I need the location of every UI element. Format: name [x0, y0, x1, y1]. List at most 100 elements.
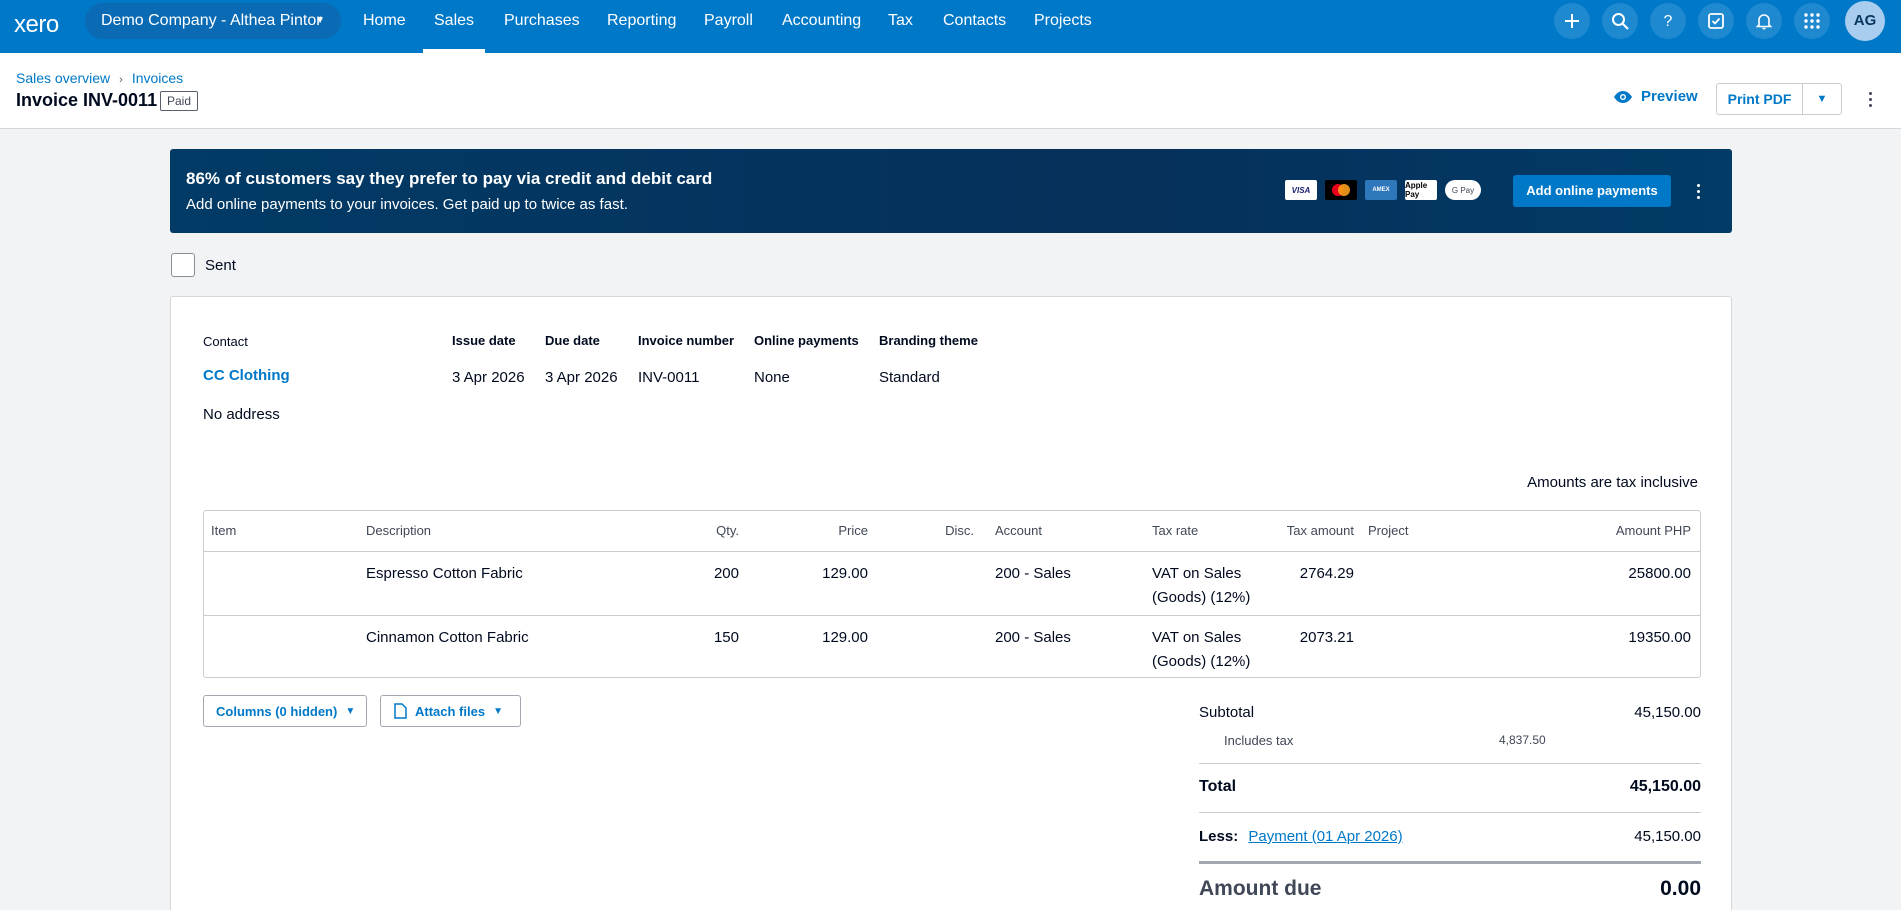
page-title: Invoice INV-0011	[16, 90, 158, 110]
column-header-amount: Amount PHP	[1615, 523, 1691, 538]
breadcrumb-sales-overview[interactable]: Sales overview	[16, 70, 110, 86]
search-icon[interactable]	[1602, 3, 1638, 39]
nav-contacts[interactable]: Contacts	[943, 0, 1006, 53]
row-amount: 25800.00	[1628, 565, 1691, 582]
column-header-item: Item	[211, 523, 237, 538]
breadcrumb-invoices[interactable]: Invoices	[132, 70, 183, 86]
column-header-qty: Qty.	[716, 523, 739, 538]
row-price: 129.00	[822, 629, 868, 646]
sent-checkbox-row: Sent	[171, 253, 236, 277]
bell-icon[interactable]	[1746, 3, 1782, 39]
chevron-down-icon: ▼	[345, 705, 356, 717]
nav-reporting[interactable]: Reporting	[607, 0, 676, 53]
nav-accounting[interactable]: Accounting	[782, 0, 861, 53]
online-payments-value: None	[754, 369, 790, 386]
due-date-value: 3 Apr 2026	[545, 369, 618, 386]
payment-link[interactable]: Payment (01 Apr 2026)	[1248, 828, 1402, 845]
column-header-tax-amount: Tax amount	[1286, 523, 1354, 538]
divider	[1199, 812, 1701, 813]
includes-tax-label: Includes tax	[1224, 733, 1294, 748]
branding-theme-value: Standard	[879, 369, 940, 386]
amex-icon: AMEX	[1365, 180, 1397, 200]
chevron-down-icon: ▼	[315, 15, 325, 26]
columns-button[interactable]: Columns (0 hidden) ▼	[203, 695, 367, 727]
column-header-project: Project	[1368, 523, 1409, 538]
nav-tax[interactable]: Tax	[888, 0, 913, 53]
svg-text:?: ?	[1664, 13, 1673, 30]
row-account: 200 - Sales	[995, 629, 1071, 646]
due-date-label: Due date	[545, 333, 600, 348]
row-qty: 150	[713, 629, 739, 646]
banner-headline: 86% of customers say they prefer to pay …	[186, 169, 713, 188]
total-value: 45,150.00	[1629, 778, 1701, 795]
invoice-number-value: INV-0011	[638, 369, 700, 386]
invoice-card: Contact CC Clothing No address Issue dat…	[170, 296, 1732, 910]
row-tax-amount: 2764.29	[1299, 565, 1354, 582]
preview-label: Preview	[1641, 88, 1698, 105]
eye-icon	[1614, 90, 1632, 103]
mastercard-icon	[1325, 180, 1357, 200]
subtotal-label: Subtotal	[1199, 704, 1255, 721]
xero-logo[interactable]: xero	[14, 11, 59, 39]
tasks-icon[interactable]	[1698, 3, 1734, 39]
visa-icon: VISA	[1285, 180, 1317, 200]
row-description: Cinnamon Cotton Fabric	[366, 629, 529, 646]
google-pay-icon: G Pay	[1445, 180, 1481, 200]
plus-icon[interactable]	[1554, 3, 1590, 39]
attach-files-label: Attach files	[415, 703, 486, 719]
help-icon[interactable]: ?	[1650, 3, 1686, 39]
more-options-icon[interactable]	[1860, 88, 1880, 110]
row-description: Espresso Cotton Fabric	[366, 565, 523, 582]
branding-theme-label: Branding theme	[879, 333, 978, 348]
line-items-table: Item Description Qty. Price Disc. Accoun…	[203, 510, 1701, 678]
amount-due-label: Amount due	[1199, 877, 1322, 900]
print-pdf-button-group: Print PDF ▼	[1716, 83, 1842, 115]
nav-projects[interactable]: Projects	[1034, 0, 1092, 53]
organisation-switcher[interactable]: Demo Company - Althea Pintor ▼	[85, 3, 341, 39]
sent-label: Sent	[205, 256, 236, 274]
column-header-description: Description	[366, 523, 432, 538]
sent-checkbox[interactable]	[171, 253, 195, 277]
table-row: Espresso Cotton Fabric 200 129.00 200 - …	[204, 551, 1700, 615]
row-tax-rate: VAT on Sales (Goods) (12%)	[1152, 629, 1251, 670]
print-options-dropdown[interactable]: ▼	[1803, 84, 1841, 114]
less-label: Less:	[1199, 828, 1239, 845]
payment-card-logos: VISA AMEX Apple Pay G Pay	[1285, 180, 1481, 200]
chevron-right-icon: ›	[119, 74, 123, 86]
row-amount: 19350.00	[1628, 629, 1691, 646]
print-pdf-button[interactable]: Print PDF	[1717, 84, 1803, 114]
payment-value: 45,150.00	[1634, 828, 1701, 845]
banner-more-options-icon[interactable]	[1688, 180, 1708, 202]
banner-subtext: Add online payments to your invoices. Ge…	[186, 196, 628, 213]
online-payments-banner: 86% of customers say they prefer to pay …	[170, 149, 1732, 233]
nav-sales[interactable]: Sales	[422, 0, 486, 53]
column-header-discount: Disc.	[945, 523, 974, 538]
row-account: 200 - Sales	[995, 565, 1071, 582]
attach-files-button[interactable]: Attach files ▼	[380, 695, 521, 727]
subtotal-value: 45,150.00	[1634, 704, 1701, 721]
status-badge: Paid	[160, 91, 199, 111]
contact-link[interactable]: CC Clothing	[203, 367, 290, 384]
columns-button-label: Columns (0 hidden)	[216, 703, 338, 719]
table-row: Cinnamon Cotton Fabric 150 129.00 200 - …	[204, 615, 1700, 677]
file-icon	[394, 703, 407, 719]
nav-payroll[interactable]: Payroll	[704, 0, 753, 53]
avatar[interactable]: AG	[1845, 1, 1885, 41]
breadcrumb: Sales overview › Invoices	[16, 70, 183, 86]
payment-row: Less: Payment (01 Apr 2026)	[1199, 828, 1403, 845]
chevron-down-icon: ▼	[493, 705, 503, 717]
issue-date-label: Issue date	[452, 333, 516, 348]
row-tax-amount: 2073.21	[1299, 629, 1354, 646]
preview-button[interactable]: Preview	[1613, 88, 1698, 105]
apps-grid-icon[interactable]	[1794, 3, 1830, 39]
nav-home[interactable]: Home	[363, 0, 406, 53]
contact-label: Contact	[203, 334, 248, 349]
add-online-payments-button[interactable]: Add online payments	[1513, 175, 1671, 207]
row-price: 129.00	[822, 565, 868, 582]
nav-purchases[interactable]: Purchases	[504, 0, 580, 53]
chevron-down-icon: ▼	[1816, 93, 1828, 105]
invoice-number-label: Invoice number	[638, 333, 735, 348]
top-nav: xero Demo Company - Althea Pintor ▼ Home…	[0, 0, 1901, 53]
contact-address: No address	[203, 406, 280, 423]
tax-inclusive-note: Amounts are tax inclusive	[1527, 474, 1698, 491]
